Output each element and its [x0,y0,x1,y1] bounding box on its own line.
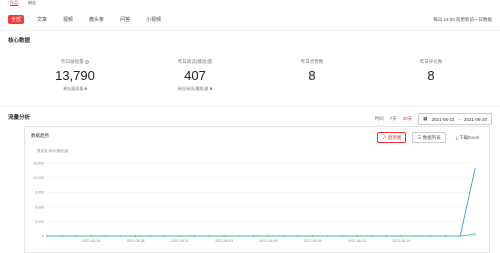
filter-micro[interactable]: 微头条 [86,15,107,24]
x-tick-label: 2021-06-09 [304,239,322,243]
date-range-picker[interactable]: ▦ 2021-05-22 - 2021-06-20 [418,113,492,125]
series-2-point [474,233,476,235]
traffic-title: 流量分析 [8,115,31,121]
metric-sub-value: 0 [209,86,213,91]
series-2-point [90,235,92,237]
page: 作品 粉丝 全部 文章 视频 微头条 问答 小视频 每日 14:00 前更新前一… [0,0,500,253]
metric-likes: 昨日点赞数 8 [262,59,362,83]
top-tabs: 作品 粉丝 [10,0,36,6]
series-2-point [149,235,152,237]
metric-label: 昨日评论数 [419,59,443,64]
series-2-point [400,235,402,237]
y-tick-label: 6,000 [35,205,44,209]
metric-label: 昨日展现量 [61,59,84,64]
filter-video[interactable]: 视频 [60,15,76,24]
metric-value: 8 [427,68,435,83]
series-2-point [326,235,329,237]
metric-value: 407 [184,68,206,83]
series-2-point [193,235,196,237]
y-tick-label: 15,000 [33,162,44,166]
metric-sub-label: 粉丝展现量 [63,86,84,91]
series-2-point [267,235,270,237]
series-2-point [341,235,343,237]
filter-short-video[interactable]: 小视频 [143,15,164,24]
date-separator: - [458,116,460,122]
series-2-point [444,235,447,237]
filter-all[interactable]: 全部 [8,15,25,24]
series-2-point [179,235,181,237]
core-data-title: 核心数据 [8,38,31,44]
y-tick-label: 12,000 [33,176,44,180]
range-label: 时间 [374,116,384,121]
metric-label: 昨日点赞数 [300,59,324,64]
series-2-point [120,235,122,237]
range-7d[interactable]: 7天 [390,116,397,122]
series-2-point [297,235,299,237]
series-2-point [430,235,432,237]
x-tick-label: 2021-05-28 [127,239,145,243]
series-2-point [356,235,358,237]
y-tick-label: 9,000 [35,191,44,195]
help-icon[interactable]: ? [84,59,89,64]
series-2-point [370,235,373,237]
date-start: 2021-05-22 [431,116,455,122]
y-tick-label: 0 [42,235,44,239]
series-2-point [105,235,107,237]
series-2-point [75,235,78,237]
metric-value: 8 [308,68,316,83]
series-2-point [208,235,211,237]
x-tick-label: 2021-06-15 [392,239,410,243]
series-line-1 [47,168,476,237]
metric-label: 昨日阅读(播放)量 [177,59,213,64]
series-2-point [252,235,255,237]
filter-qa[interactable]: 问答 [117,15,133,24]
metric-comments: 昨日评论数 8 [381,59,481,83]
metric-sub-label: 粉丝阅读(播放)量 [177,86,209,91]
content-filter: 全部 文章 视频 微头条 问答 小视频 [8,15,164,24]
metric-impressions: 昨日展现量 ? 13,790 粉丝展现量 0 [25,59,125,92]
series-2-point [385,235,388,237]
metric-value: 13,790 [55,68,95,83]
series-2-point [311,235,314,237]
tab-works[interactable]: 作品 [10,0,18,6]
series-2-point [415,235,417,237]
x-tick-label: 2021-06-12 [348,239,366,243]
range-bar: 时间 7天 30天 ▦ 2021-05-22 - 2021-06-20 [375,113,492,125]
x-tick-label: 2021-05-31 [171,239,189,243]
trend-chart: 0 3,000 6,000 9,000 12,000 15,000 2021-05-25 20… [33,162,476,243]
metric-reads: 昨日阅读(播放)量 407 粉丝阅读(播放)量 0 [145,59,245,92]
filter-article[interactable]: 文章 [34,15,50,24]
x-tick-label: 2021-05-25 [82,239,100,243]
update-note: 每日 14:00 前更新前一日数据 [433,17,492,22]
series-2-point [459,235,461,237]
metric-sub-value: 0 [84,86,87,91]
series-2-point [223,235,225,237]
series-2-point [164,235,166,237]
series-1-point [474,168,476,170]
series-2-point [46,235,48,237]
y-tick-label: 3,000 [35,220,44,224]
x-tick-label: 2021-06-06 [259,239,277,243]
x-tick-label: 2021-06-03 [215,239,233,243]
series-2-point [61,235,63,237]
series-line-2 [47,233,476,237]
date-end: 2021-06-20 [463,116,487,122]
divider [0,30,500,31]
tab-fans[interactable]: 粉丝 [28,0,36,6]
range-30d[interactable]: 30天 [403,116,413,122]
series-2-point [238,235,240,237]
series-2-point [282,235,284,237]
series-2-point [134,235,137,237]
trend-card: 数据趋势 ↗ 趋势图 ☰ 数据列表 ⤓ 下载Excel 展现量·阅读(播放)量 … [24,126,490,253]
divider [0,106,500,107]
calendar-icon: ▦ [423,116,428,121]
